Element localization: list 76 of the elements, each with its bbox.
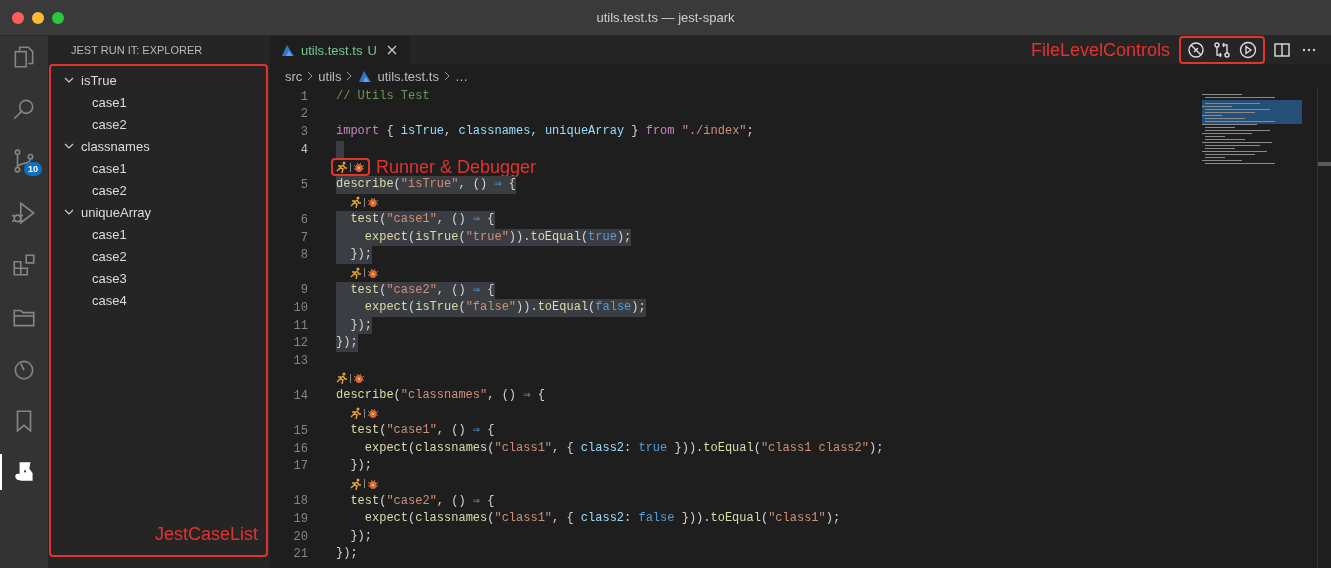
tree-item[interactable]: case2 — [51, 179, 266, 201]
line-number: 16 — [292, 441, 309, 456]
code-line: expect(classnames("class1", { class2: false })).toEqual("class1"); — [363, 510, 841, 528]
tree-item[interactable]: uniqueArray — [51, 201, 266, 223]
tree-item[interactable]: case2 — [51, 113, 266, 135]
code-line: }); — [349, 527, 372, 545]
code-line: }); — [349, 457, 372, 475]
close-window-button[interactable] — [12, 11, 24, 24]
line-number: 3 — [299, 125, 309, 139]
runner-icon[interactable] — [350, 266, 363, 279]
breadcrumb-item[interactable]: utils — [318, 68, 342, 84]
code-line: expect(classnames("class1", { class2: true })).toEqual("class1 class2"); — [363, 439, 884, 457]
blocks-icon[interactable] — [11, 252, 37, 278]
breadcrumb-item[interactable]: utils.test.ts — [377, 68, 439, 84]
bug-icon[interactable] — [367, 477, 380, 490]
line-number: 1 — [299, 89, 309, 104]
window-title: utils.test.ts — jest-spark — [596, 10, 735, 25]
annotation-label: JestCaseList — [154, 524, 259, 546]
tree-item[interactable]: case2 — [51, 245, 266, 267]
play-bug-icon[interactable] — [11, 200, 37, 226]
line-number: 6 — [299, 212, 309, 227]
compare-icon[interactable] — [1213, 41, 1231, 59]
tree-item[interactable]: case1 — [51, 157, 266, 179]
line-number: 7 — [299, 230, 309, 245]
minimize-window-button[interactable] — [32, 11, 44, 24]
split-editor-icon[interactable] — [1273, 41, 1291, 59]
runner-icon[interactable] — [336, 372, 348, 385]
runner-icon[interactable] — [336, 161, 348, 174]
annotation-label: Runner & Debugger — [376, 156, 537, 178]
runner-icon[interactable] — [350, 407, 363, 420]
zoom-window-button[interactable] — [52, 11, 64, 24]
line-number: 2 — [299, 107, 309, 122]
code-line: describe("classnames", () ⇒ { — [336, 387, 545, 405]
tree-item[interactable]: isTrue — [51, 69, 266, 91]
close-icon[interactable] — [385, 44, 398, 56]
line-number: 15 — [292, 424, 309, 439]
editor-tab[interactable]: utils.test.ts U — [270, 36, 410, 64]
runner-icon[interactable] — [350, 477, 363, 490]
bug-icon[interactable] — [367, 266, 380, 279]
line-number: 12 — [292, 336, 309, 351]
line-number: 19 — [292, 512, 309, 527]
crossed-circle-icon[interactable] — [1187, 41, 1205, 59]
line-number: 5 — [299, 177, 309, 192]
code-line: test("case2", () ⇒ { — [349, 492, 495, 510]
runner-icon[interactable] — [350, 196, 363, 209]
line-number: 9 — [299, 283, 309, 298]
code-line: test("case1", () ⇒ { — [349, 422, 495, 440]
line-number: 17 — [292, 459, 309, 474]
count-badge: 10 — [24, 162, 42, 176]
line-number: 14 — [292, 388, 309, 403]
breadcrumb-item[interactable]: src — [285, 68, 303, 84]
line-number: 20 — [292, 529, 309, 544]
bug-icon[interactable] — [367, 196, 380, 209]
line-number: 10 — [292, 300, 309, 315]
tree-item[interactable]: case1 — [51, 223, 266, 245]
panel-title: JEST RUN IT: EXPLORER — [71, 44, 203, 56]
bug-icon[interactable] — [353, 161, 365, 174]
tree-item[interactable]: case3 — [51, 267, 266, 289]
code-line: // Utils Test — [336, 88, 430, 105]
line-number: 18 — [292, 494, 309, 509]
code-line: import { isTrue, classnames, uniqueArray } from "./index"; — [336, 123, 754, 141]
line-number: 8 — [299, 248, 309, 263]
tree-item[interactable]: case4 — [51, 289, 266, 311]
code-line: }); — [336, 545, 358, 563]
scrollbar-thumb[interactable] — [1318, 162, 1331, 166]
tree-item[interactable]: case1 — [51, 91, 266, 113]
line-number: 21 — [292, 547, 309, 562]
line-number: 11 — [292, 318, 309, 333]
line-number: 4 — [299, 142, 309, 157]
breadcrumb-item[interactable]: … — [454, 68, 468, 84]
line-number: 13 — [292, 353, 309, 368]
play-circle-icon[interactable] — [1239, 41, 1257, 59]
bug-icon[interactable] — [353, 372, 365, 385]
annotation-label: FileLevelControls — [1030, 39, 1170, 61]
bug-icon[interactable] — [367, 407, 380, 420]
tree-item[interactable]: classnames — [51, 135, 266, 157]
